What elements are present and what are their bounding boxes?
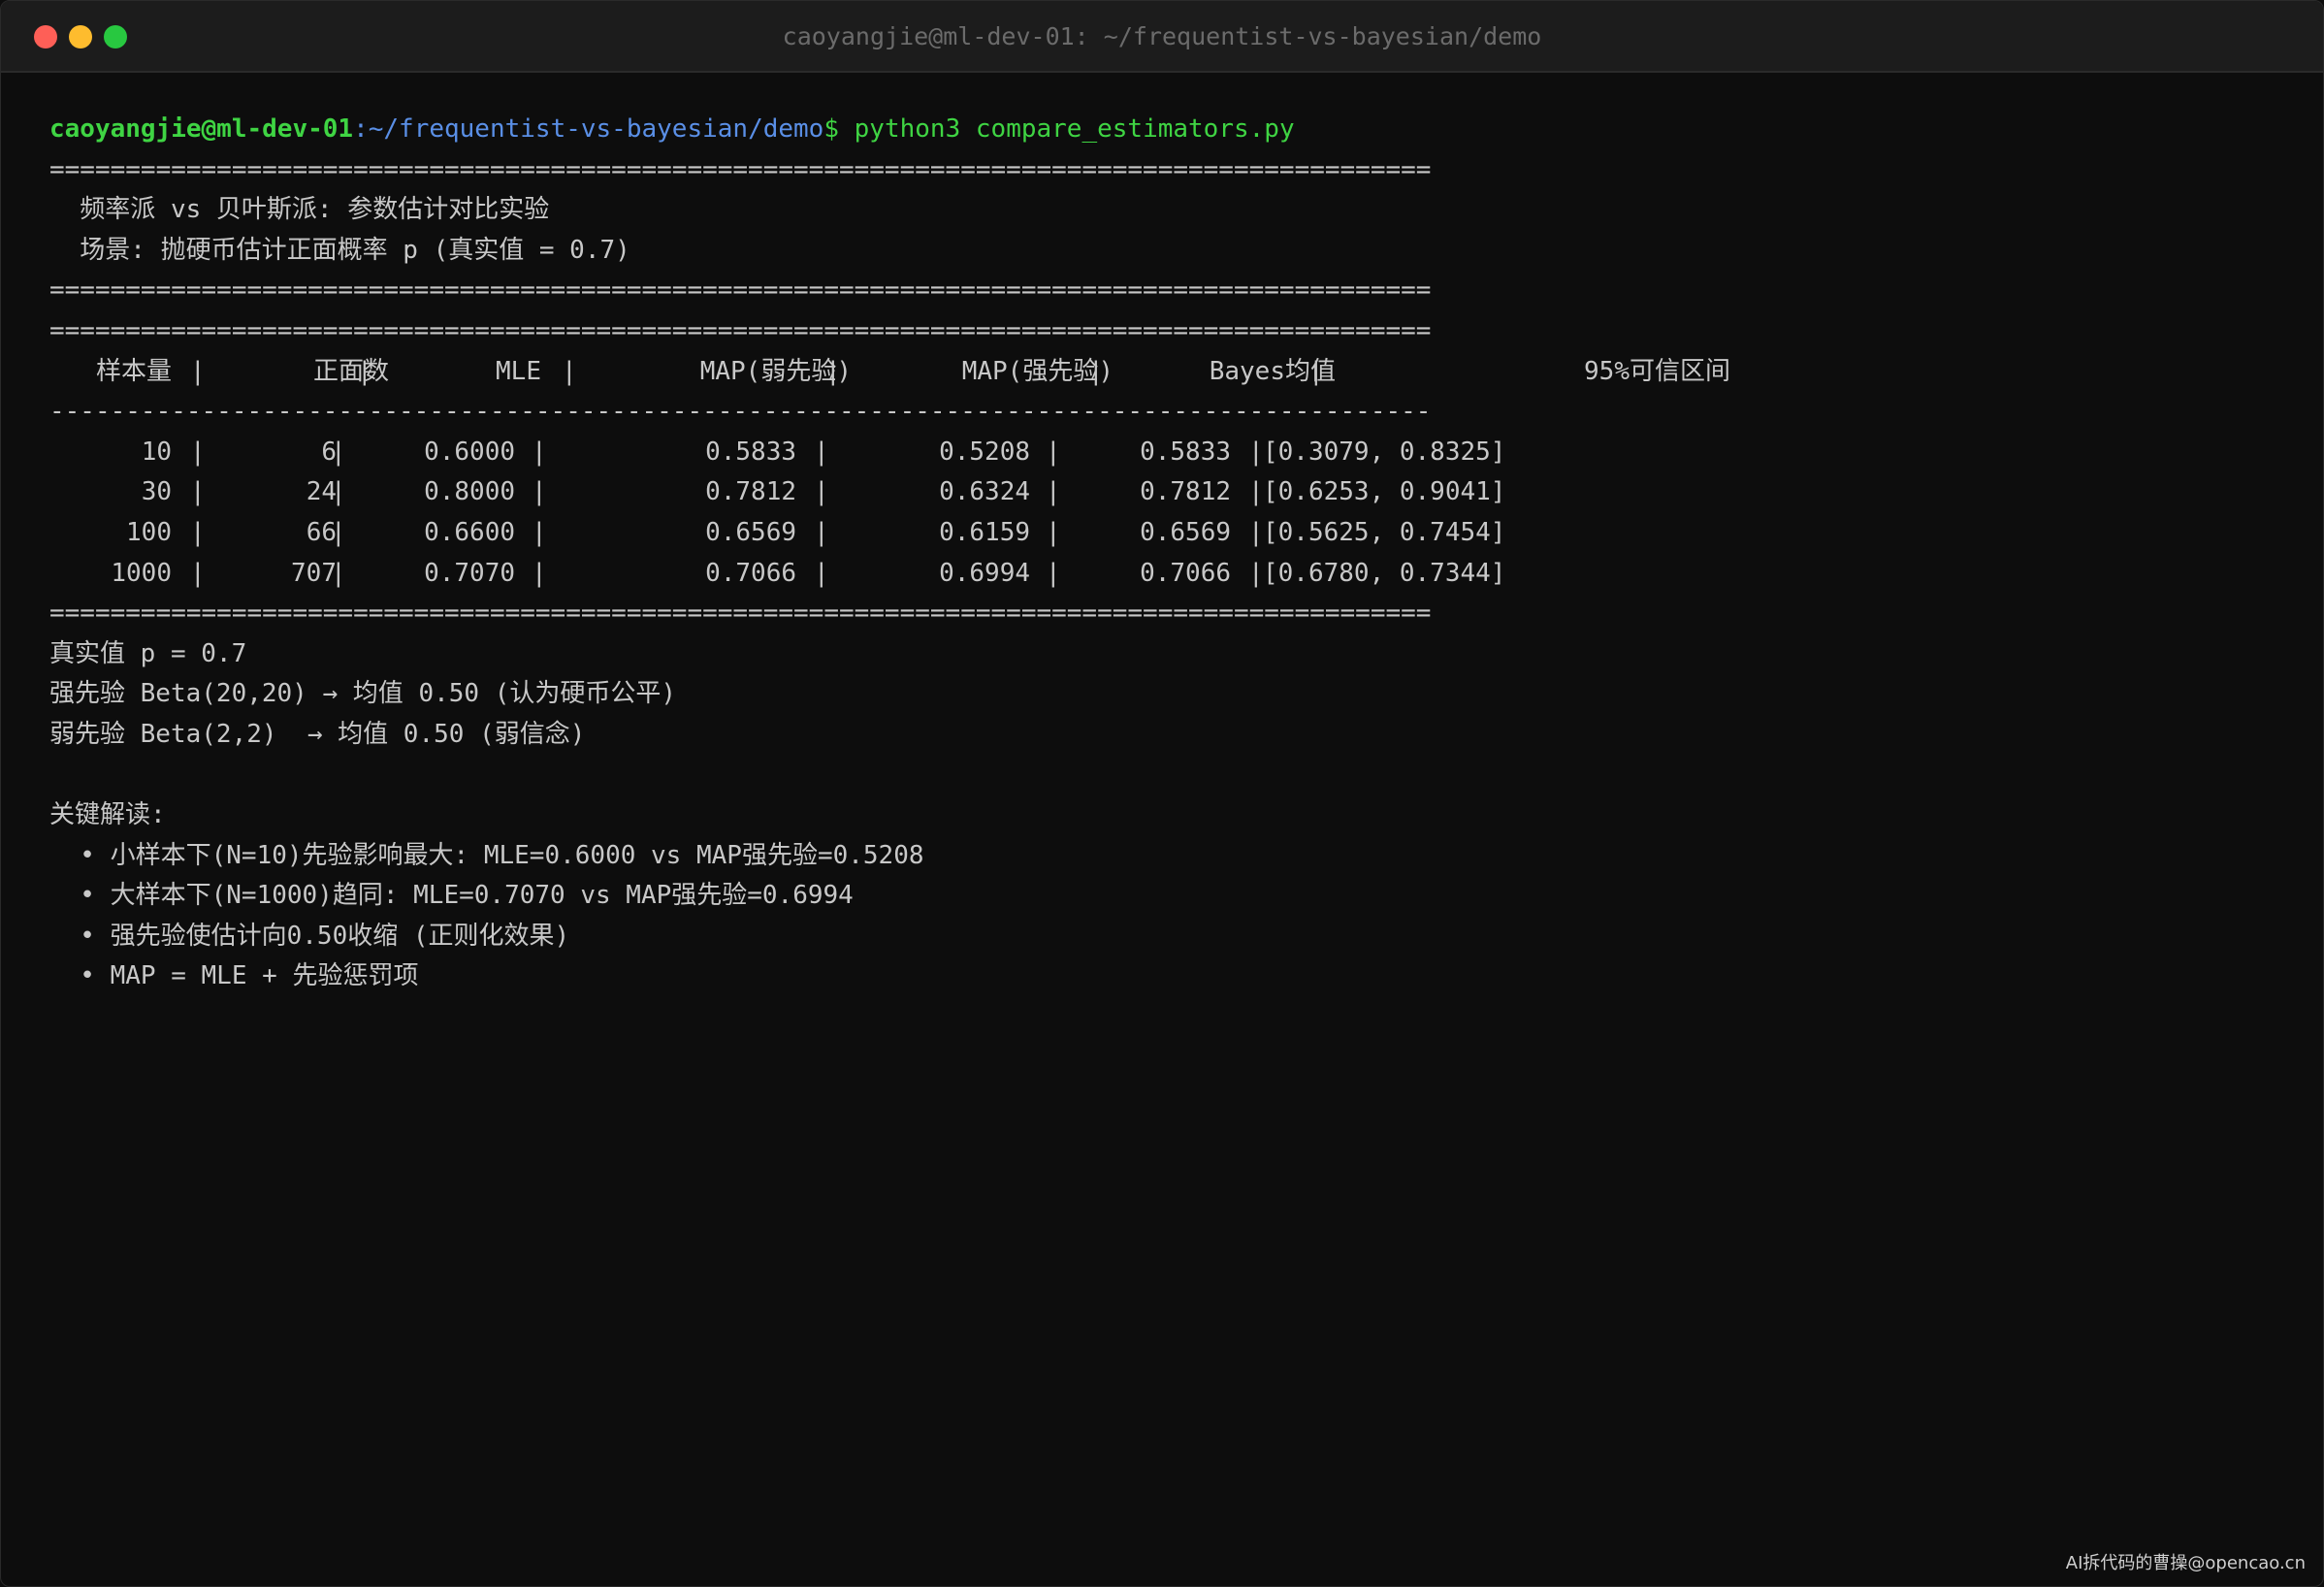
insight-bullet: • MAP = MLE + 先验惩罚项 xyxy=(49,961,419,991)
column-separator: | xyxy=(190,437,206,467)
rule-double: ========================================… xyxy=(49,315,1432,345)
column-separator: | xyxy=(190,558,206,588)
column-separator: | xyxy=(1248,477,1264,507)
rule-single: ----------------------------------------… xyxy=(49,397,1432,427)
true-value-line: 真实值 p = 0.7 xyxy=(49,638,247,668)
prompt-path: :~/frequentist-vs-bayesian/demo xyxy=(353,114,824,144)
column-separator: | xyxy=(532,558,547,588)
cell-heads: 24 xyxy=(306,477,337,507)
cell-bayes-mean: 0.7812 xyxy=(1140,477,1231,507)
cell-sample-size: 10 xyxy=(141,437,172,467)
column-separator: | xyxy=(1248,558,1264,588)
insight-bullet: • 小样本下(N=10)先验影响最大: MLE=0.6000 vs MAP强先验… xyxy=(49,840,924,870)
cell-mle: 0.8000 xyxy=(424,477,515,507)
table-header-cell: Bayes均值 xyxy=(1209,356,1336,386)
column-separator: | xyxy=(562,356,577,386)
cell-credible-interval: [0.6253, 0.9041] xyxy=(1263,477,1506,507)
cell-credible-interval: [0.3079, 0.8325] xyxy=(1263,437,1506,467)
column-separator: | xyxy=(190,477,206,507)
rule-double: ========================================… xyxy=(49,599,1432,629)
cell-map-strong: 0.5208 xyxy=(939,437,1030,467)
cell-map-strong: 0.6324 xyxy=(939,477,1030,507)
column-separator: | xyxy=(190,517,206,547)
column-separator: | xyxy=(814,477,829,507)
column-separator: | xyxy=(331,558,346,588)
column-separator: | xyxy=(1088,356,1104,386)
window-title: caoyangjie@ml-dev-01: ~/frequentist-vs-b… xyxy=(782,22,1542,50)
cell-sample-size: 100 xyxy=(126,517,172,547)
cell-credible-interval: [0.5625, 0.7454] xyxy=(1263,517,1506,547)
cell-bayes-mean: 0.7066 xyxy=(1140,558,1231,588)
column-separator: | xyxy=(1248,437,1264,467)
prompt-symbol: $ xyxy=(823,114,839,144)
column-separator: | xyxy=(1046,558,1061,588)
cell-map-weak: 0.7066 xyxy=(705,558,796,588)
table-header-cell: MAP(强先验) xyxy=(961,356,1114,386)
cell-bayes-mean: 0.5833 xyxy=(1140,437,1231,467)
cell-map-weak: 0.6569 xyxy=(705,517,796,547)
heading-scenario: 场景: 抛硬币估计正面概率 p (真实值 = 0.7) xyxy=(49,235,630,265)
cell-map-strong: 0.6159 xyxy=(939,517,1030,547)
column-separator: | xyxy=(814,517,829,547)
strong-prior-line: 强先验 Beta(20,20) → 均值 0.50 (认为硬币公平) xyxy=(49,679,677,709)
column-separator: | xyxy=(532,437,547,467)
table-header-cell: 95%可信区间 xyxy=(1584,356,1730,386)
table-header-cell: MLE xyxy=(496,356,541,386)
column-separator: | xyxy=(532,517,547,547)
cell-sample-size: 1000 xyxy=(111,558,172,588)
cell-mle: 0.6600 xyxy=(424,517,515,547)
column-separator: | xyxy=(1046,437,1061,467)
watermark: AI拆代码的曹操@opencao.cn xyxy=(2065,1553,2306,1573)
cell-mle: 0.6000 xyxy=(424,437,515,467)
column-separator: | xyxy=(331,517,346,547)
cell-bayes-mean: 0.6569 xyxy=(1140,517,1231,547)
cell-credible-interval: [0.6780, 0.7344] xyxy=(1263,558,1506,588)
table-header-row: 样本量 | 正面数 | MLE | MAP(弱先验) | MAP(强先验) | … xyxy=(49,352,1730,393)
cell-heads: 707 xyxy=(291,558,337,588)
weak-prior-line: 弱先验 Beta(2,2) → 均值 0.50 (弱信念) xyxy=(49,719,586,749)
table-row: 100 | 66 | 0.6600 | 0.6569 | 0.6159 | 0.… xyxy=(49,513,1505,554)
cell-map-weak: 0.5833 xyxy=(705,437,796,467)
insight-bullet: • 强先验使估计向0.50收缩 (正则化效果) xyxy=(49,921,570,951)
cell-heads: 66 xyxy=(306,517,337,547)
rule-double: ========================================… xyxy=(49,275,1432,306)
column-separator: | xyxy=(357,356,372,386)
rule-double: ========================================… xyxy=(49,154,1432,184)
prompt-command: python3 compare_estimators.py xyxy=(854,114,1295,144)
table-header-cell: 样本量 xyxy=(95,356,172,386)
cell-heads: 6 xyxy=(321,437,337,467)
title-bar: caoyangjie@ml-dev-01: ~/frequentist-vs-b… xyxy=(1,1,2323,73)
table-row: 10 | 6 | 0.6000 | 0.5833 | 0.5208 | 0.58… xyxy=(49,433,1506,473)
table-header-cell: MAP(弱先验) xyxy=(699,356,852,386)
cell-map-weak: 0.7812 xyxy=(705,477,796,507)
cell-map-strong: 0.6994 xyxy=(939,558,1030,588)
column-separator: | xyxy=(331,437,346,467)
column-separator: | xyxy=(825,356,841,386)
insight-bullet: • 大样本下(N=1000)趋同: MLE=0.7070 vs MAP强先验=0… xyxy=(49,881,854,911)
key-insights-title: 关键解读: xyxy=(49,800,166,830)
column-separator: | xyxy=(1046,517,1061,547)
cell-sample-size: 30 xyxy=(141,477,172,507)
table-row: 1000 | 707 | 0.7070 | 0.7066 | 0.6994 | … xyxy=(49,554,1505,595)
column-separator: | xyxy=(190,356,206,386)
column-separator: | xyxy=(532,477,547,507)
column-separator: | xyxy=(814,558,829,588)
column-separator: | xyxy=(814,437,829,467)
column-separator: | xyxy=(1046,477,1061,507)
prompt-line: caoyangjie@ml-dev-01:~/frequentist-vs-ba… xyxy=(49,110,1431,150)
cell-mle: 0.7070 xyxy=(424,558,515,588)
prompt-user-host: caoyangjie@ml-dev-01 xyxy=(49,114,354,144)
table-row: 30 | 24 | 0.8000 | 0.7812 | 0.6324 | 0.7… xyxy=(49,472,1506,513)
column-separator: | xyxy=(1308,356,1324,386)
heading-title: 频率派 vs 贝叶斯派: 参数估计对比实验 xyxy=(49,195,550,225)
terminal-output[interactable]: caoyangjie@ml-dev-01:~/frequentist-vs-ba… xyxy=(49,110,1730,997)
column-separator: | xyxy=(1248,517,1264,547)
column-separator: | xyxy=(331,477,346,507)
terminal-window: caoyangjie@ml-dev-01: ~/frequentist-vs-b… xyxy=(0,0,2324,1587)
